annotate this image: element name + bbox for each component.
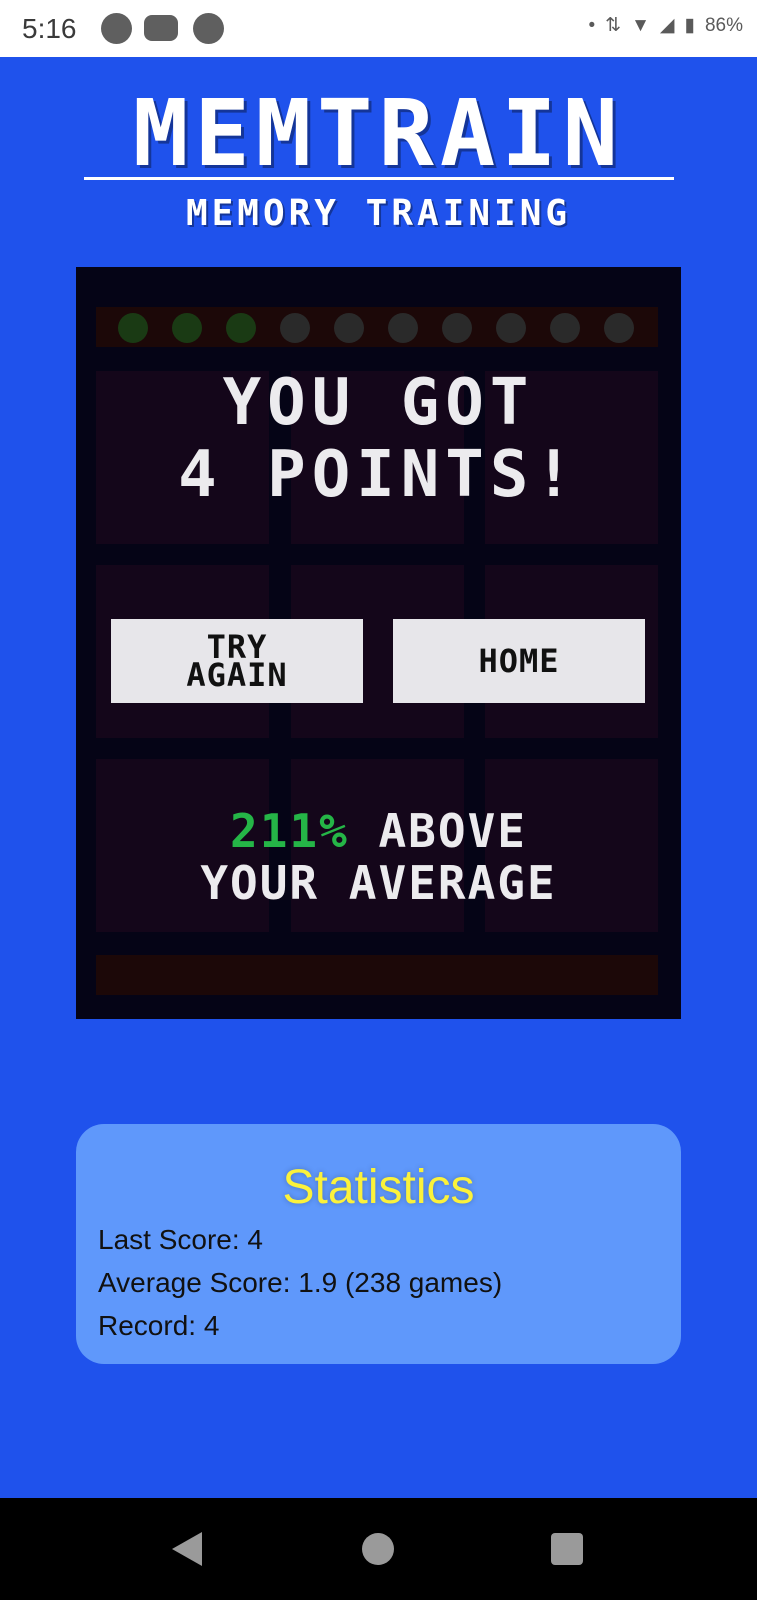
home-icon[interactable]	[362, 1533, 394, 1565]
bottom-bar	[96, 955, 658, 995]
try-again-button[interactable]: TRY AGAIN	[111, 619, 363, 703]
status-right: • ⇅ ▼ ◢ ▮ 86%	[588, 14, 743, 37]
result-line-2: 4 POINTS!	[178, 438, 579, 512]
progress-light-off	[550, 313, 580, 343]
wifi-icon: ▼	[631, 14, 650, 36]
average-score: Average Score: 1.9 (238 games)	[98, 1267, 503, 1298]
last-score: Last Score: 4	[98, 1224, 263, 1255]
app-subtitle: MEMORY TRAINING	[185, 193, 572, 234]
app-title: MEMTRAIN	[132, 80, 625, 187]
statistics-title: Statistics	[282, 1161, 475, 1214]
data-arrows-icon: ⇅	[605, 15, 622, 36]
progress-light-off	[442, 313, 472, 343]
progress-lights	[96, 307, 658, 347]
status-time: 5:16	[22, 13, 77, 44]
signal-icon: ◢	[659, 15, 675, 36]
above-text: ABOVE	[348, 804, 527, 858]
percent-value: 211%	[230, 804, 349, 858]
result-line-1: YOU GOT	[222, 366, 535, 440]
home-button[interactable]: HOME	[393, 619, 645, 703]
progress-light-on	[226, 313, 256, 343]
battery-percent: 86%	[704, 14, 743, 36]
battery-icon: ▮	[684, 15, 695, 36]
app-icon	[193, 13, 224, 44]
progress-light-on	[172, 313, 202, 343]
navigation-bar	[0, 1498, 757, 1600]
recents-icon[interactable]	[551, 1533, 583, 1565]
youtube-icon	[144, 15, 178, 41]
progress-light-off	[388, 313, 418, 343]
result-message: YOU GOT 4 POINTS!	[76, 367, 681, 511]
statistics-panel: Statistics Last Score: 4 Average Score: …	[76, 1124, 681, 1364]
progress-light-off	[334, 313, 364, 343]
spotify-icon	[101, 13, 132, 44]
home-button-label: HOME	[478, 642, 560, 680]
record: Record: 4	[98, 1310, 220, 1341]
game-board: YOU GOT 4 POINTS! TRY AGAIN HOME 211% AB…	[76, 267, 681, 1019]
progress-light-off	[604, 313, 634, 343]
status-bar: 5:16 • ⇅ ▼ ◢ ▮ 86%	[0, 0, 757, 57]
progress-light-off	[496, 313, 526, 343]
progress-light-off	[280, 313, 310, 343]
average-comparison: 211% ABOVE YOUR AVERAGE	[76, 805, 681, 909]
average-text: YOUR AVERAGE	[200, 856, 557, 910]
dot-icon: •	[588, 14, 596, 36]
back-icon[interactable]	[172, 1532, 202, 1566]
progress-light-on	[118, 313, 148, 343]
title-divider	[84, 177, 674, 180]
try-again-label-2: AGAIN	[186, 656, 288, 694]
